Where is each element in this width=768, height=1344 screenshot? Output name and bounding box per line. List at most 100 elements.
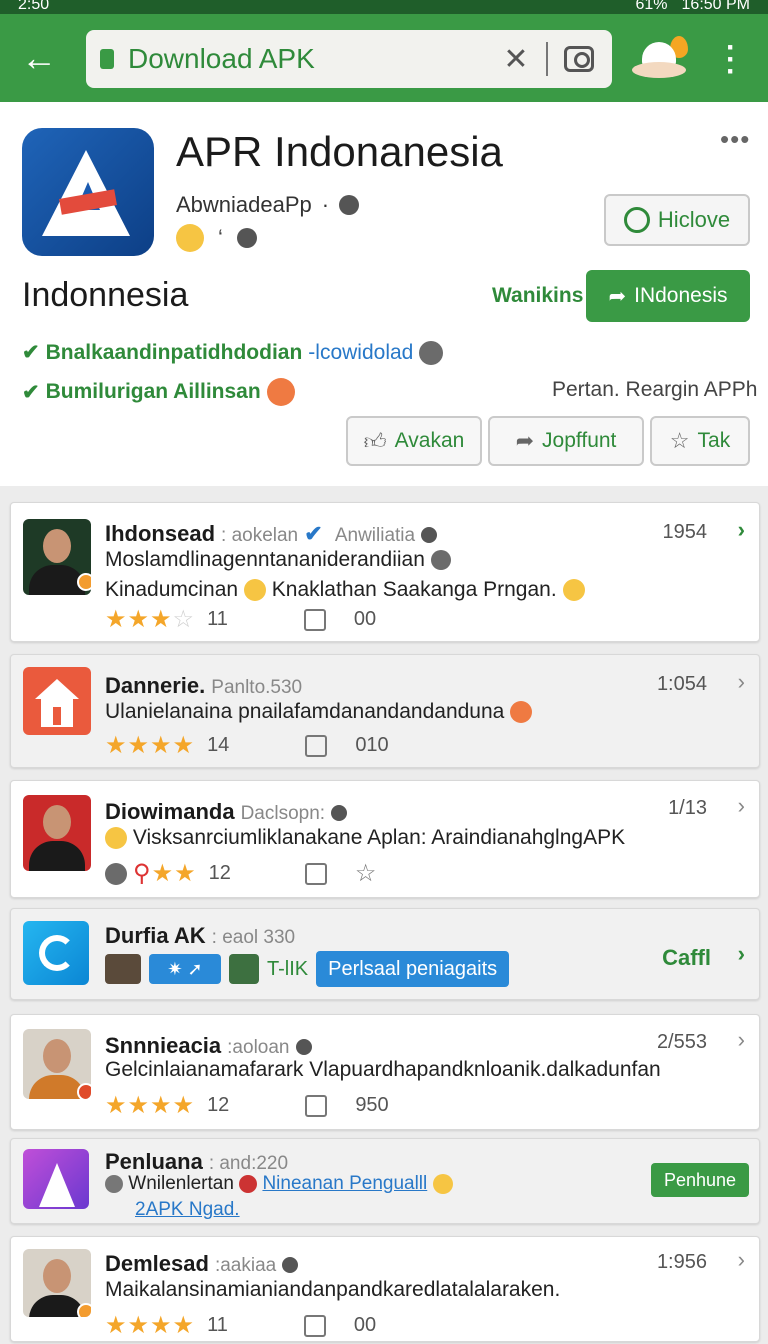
refresh-app-icon (23, 921, 89, 985)
emoji-icon (105, 827, 127, 850)
avatar (23, 519, 91, 595)
list-item[interactable]: Durfia AK: eaol 330 ✷ ➚ T-lIK Perlsaal p… (10, 908, 760, 1000)
thumbs-up-icon[interactable] (305, 1094, 328, 1117)
pill-tak[interactable]: ☆ Tak (650, 416, 750, 466)
info-icon (295, 1039, 312, 1056)
url-divider (546, 42, 548, 76)
chevron-right-icon[interactable]: › (738, 1027, 745, 1053)
pin-icon (105, 1174, 123, 1193)
avatar (419, 340, 444, 365)
ufo-mascot-icon[interactable] (632, 36, 690, 88)
report-link[interactable]: Pertan. Reargin APPh (552, 378, 757, 402)
feature-row-1: ✔ Bnalkaandinpatidhdodian -lcowidolad (22, 340, 444, 365)
status-left: 2:50 (18, 0, 50, 13)
lock-icon (100, 49, 114, 69)
item-description: Visksanrciumliklanakane Aplan: Araindian… (105, 823, 625, 853)
item-number: 1:956 (656, 1251, 707, 1273)
follow-button[interactable]: Hiclove (604, 194, 750, 246)
chevron-right-icon[interactable]: › (738, 793, 745, 819)
item-number: 1954 (662, 521, 708, 543)
list-item[interactable]: Diowimanda Daclsopn: 1/13 › Visksanrciuml… (10, 780, 760, 898)
item-description: Ulanielanaina pnailafamdanandandanduna (105, 697, 533, 727)
close-icon[interactable]: ✕ (496, 42, 536, 77)
wanikins-link[interactable]: Wanikins (492, 284, 583, 308)
list-item[interactable]: Snnnieacia:aoloan 2/553 › Gelcinlaianama… (10, 1014, 760, 1130)
rating-row: ★★★★ 12 950 (105, 1092, 389, 1119)
developer-row: AbwniadeaPp · (176, 192, 360, 218)
item-chips: ✷ ➚ T-lIK Perlsaal peniagaits (105, 951, 510, 987)
star-rating-icon: ★★★★ (105, 1092, 196, 1119)
list-item[interactable]: Penluana: and:220 Wnilenlertan Nineanan … (10, 1138, 760, 1224)
feature-row-2: ✔ Bumilurigan Aillinsan (22, 378, 295, 406)
avatar (430, 550, 451, 571)
a-app-icon (23, 1149, 89, 1209)
back-arrow-icon[interactable]: ← (0, 14, 78, 102)
emoji-icon (176, 224, 204, 252)
share-icon: ➦ (515, 428, 535, 453)
angry-emoji-icon (266, 378, 295, 406)
item-title: Demlesad:aakiaa (105, 1251, 299, 1277)
status-bar: 2:50 61% 16:50 PM (0, 0, 768, 14)
thumbs-up-icon[interactable] (305, 734, 328, 757)
avatar (105, 954, 141, 984)
app-logo (22, 128, 154, 256)
chevron-right-icon[interactable]: › (738, 669, 745, 695)
chevron-right-icon[interactable]: › (738, 941, 745, 967)
item-title: Dannerie. Panlto.530 (105, 673, 303, 698)
item-number: 1/13 (668, 797, 707, 819)
more-vert-icon[interactable]: · · · (718, 33, 744, 87)
thumbs-up-icon[interactable] (303, 1314, 326, 1337)
url-text[interactable]: Download APK (128, 43, 496, 75)
item-title: Ihdonsead: aokelan ✔ Anwiliatia (105, 521, 438, 547)
item-description: Wnilenlertan Nineanan Pengualll 2APK Nga… (105, 1171, 453, 1223)
item-description: Maikalansinamianiandanpandkaredlatalalar… (105, 1278, 561, 1301)
app-header-card: APR Indonanesia ••• AbwniadeaPp · ‘ Hicl… (0, 102, 768, 486)
emoji-icon (432, 1173, 453, 1194)
star-outline-icon[interactable]: ☆ (355, 859, 378, 888)
star-outline-icon: ☆ (669, 428, 690, 453)
item-number: 1:054 (656, 673, 707, 695)
promo-button[interactable]: Perlsaal peniagaits (316, 951, 510, 987)
action-pills: 👍︎ Avakan ➦ Jopffunt ☆ Tak (346, 416, 750, 466)
star-rating-icon: ★★★★ (105, 732, 196, 759)
item-action[interactable]: Caffl (662, 945, 711, 971)
country-label: Indonnesia (22, 276, 189, 314)
chevron-right-icon[interactable]: › (738, 1247, 745, 1273)
avatar (23, 1249, 91, 1317)
check-icon: ✔ (22, 380, 40, 404)
url-bar[interactable]: Download APK ✕ (86, 30, 612, 88)
developer-name[interactable]: AbwniadeaPp (176, 192, 312, 218)
rating-row: ★★★★ 14 010 (105, 732, 389, 759)
app-bar: ← Download APK ✕ · · · (0, 14, 768, 102)
app-title: APR Indonanesia (176, 128, 503, 175)
list-item[interactable]: Dannerie. Panlto.530 1:054 › Ulanielanain… (10, 654, 760, 768)
emoji-icon (243, 579, 266, 602)
avatar (229, 954, 259, 984)
star-rating-icon: ★★ (151, 860, 197, 887)
list-item[interactable]: Ihdonsead: aokelan ✔ Anwiliatia 1954 › M… (10, 502, 760, 642)
pill-avakan[interactable]: 👍︎ Avakan (346, 416, 482, 466)
alert-icon (239, 1174, 258, 1193)
chevron-right-icon[interactable]: › (738, 517, 745, 543)
item-description: Gelcinlaianamafarark Vlapuardhapandknloa… (105, 1058, 661, 1081)
rating-row: ★★★★ 11 00 (105, 1312, 377, 1339)
info-icon (339, 195, 360, 215)
emoji-icon (510, 701, 533, 724)
verified-icon: ✔ (304, 521, 323, 546)
info-icon (236, 228, 257, 248)
avatar (23, 795, 91, 871)
search-icon (623, 207, 650, 233)
status-time: 16:50 PM (681, 0, 750, 13)
info-icon (282, 1257, 299, 1274)
thumbs-up-icon[interactable] (304, 862, 327, 885)
camera-icon[interactable] (564, 46, 594, 72)
more-horiz-icon[interactable]: ••• (720, 124, 750, 155)
sparkle-arrow-icon[interactable]: ✷ ➚ (149, 954, 221, 984)
pill-jopffunt[interactable]: ➦ Jopffunt (488, 416, 644, 466)
install-button[interactable]: ➦ INdonesis (586, 270, 750, 322)
rating-row: ★★★ ☆ 11 00 (105, 606, 377, 633)
thumbs-up-icon[interactable] (303, 608, 326, 631)
penhune-button[interactable]: Penhune (651, 1163, 749, 1197)
thumbs-up-icon: 👍︎ (363, 428, 387, 454)
list-item[interactable]: Demlesad:aakiaa 1:956 › Maikalansinamian… (10, 1236, 760, 1342)
